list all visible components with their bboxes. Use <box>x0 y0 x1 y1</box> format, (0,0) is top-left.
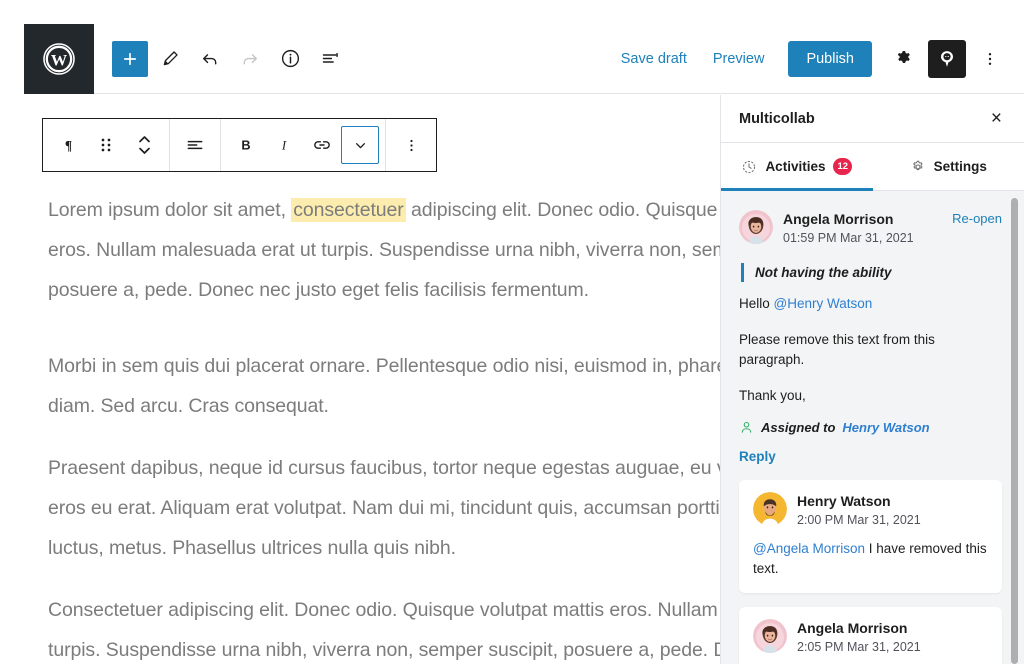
move-up-down-button[interactable] <box>125 119 163 171</box>
reply-button[interactable]: Reply <box>739 449 776 464</box>
paragraph-4[interactable]: Consectetuer adipiscing elit. Donec odio… <box>48 590 720 664</box>
sidebar-title: Multicollab <box>739 110 815 127</box>
svg-text:B: B <box>241 138 250 153</box>
svg-text:W: W <box>51 51 68 70</box>
reply-author-meta: Angela Morrison 2:05 PM Mar 31, 2021 <box>797 619 988 656</box>
person-assign-icon <box>739 420 754 435</box>
comment-timestamp: 01:59 PM Mar 31, 2021 <box>783 231 914 245</box>
tab-activities[interactable]: Activities 12 <box>721 143 873 191</box>
sidebar-header: Multicollab × <box>721 95 1024 143</box>
paragraph-line: diam. Sed arcu. Cras consequat. <box>48 395 329 417</box>
header-right-actions: Save draft Preview Publish <box>611 24 1024 93</box>
three-dots-vertical-icon[interactable] <box>972 41 1008 77</box>
comment-body: Please remove this text from this paragr… <box>739 332 935 367</box>
paragraph-line: Morbi in sem quis dui placerat ornare. P… <box>48 355 720 377</box>
editor-page: W Save draft Preview Publish Lorem ipsum… <box>0 0 1024 664</box>
block-toolbar-group-more <box>386 119 436 171</box>
italic-button[interactable]: I <box>265 119 303 171</box>
block-toolbar: ¶ B I <box>42 118 437 172</box>
edit-tool-button[interactable] <box>152 41 188 77</box>
reply-author-meta: Henry Watson 2:00 PM Mar 31, 2021 <box>797 492 988 529</box>
reply-timestamp: 2:00 PM Mar 31, 2021 <box>797 513 921 527</box>
paragraph-line: eros eu erat. Aliquam erat volutpat. Nam… <box>48 497 720 519</box>
avatar <box>753 492 787 526</box>
comment-author-meta: Angela Morrison 01:59 PM Mar 31, 2021 <box>783 210 942 247</box>
svg-text:¶: ¶ <box>64 137 71 152</box>
comment-author-name: Angela Morrison <box>783 211 894 227</box>
block-type-paragraph-button[interactable]: ¶ <box>49 119 87 171</box>
reply-card: Henry Watson 2:00 PM Mar 31, 2021 @Angel… <box>739 480 1002 593</box>
reply-header: Henry Watson 2:00 PM Mar 31, 2021 <box>753 492 988 529</box>
paragraph-line: luctus, metus. Phasellus ultrices nulla … <box>48 537 456 559</box>
publish-button[interactable]: Publish <box>788 40 872 77</box>
sidebar-tabs: Activities 12 Settings <box>721 143 1024 191</box>
header-left-tools <box>94 24 348 93</box>
greeting-prefix: Hello <box>739 296 774 311</box>
wordpress-logo-icon[interactable]: W <box>24 24 94 94</box>
reply-body: @Angela Morrison I have removed this tex… <box>753 539 988 579</box>
document-content[interactable]: Lorem ipsum dolor sit amet, consectetuer… <box>24 95 720 664</box>
avatar <box>753 619 787 653</box>
avatar <box>739 210 773 244</box>
tab-activities-label: Activities <box>765 159 826 174</box>
link-icon[interactable] <box>303 119 341 171</box>
reply-header: Angela Morrison 2:05 PM Mar 31, 2021 <box>753 619 988 656</box>
activities-badge: 12 <box>833 158 853 175</box>
preview-button[interactable]: Preview <box>703 43 775 75</box>
comment-greeting: Hello @Henry Watson <box>739 294 1002 314</box>
block-toolbar-group-align <box>170 119 221 171</box>
align-left-icon[interactable] <box>176 119 214 171</box>
chevron-down-icon[interactable] <box>341 126 379 164</box>
paragraph-3[interactable]: Praesent dapibus, neque id cursus faucib… <box>48 448 720 568</box>
highlighted-comment-text[interactable]: consectetuer <box>291 198 406 222</box>
comment-header: Angela Morrison 01:59 PM Mar 31, 2021 Re… <box>739 210 1002 247</box>
paragraph-line: Lorem ipsum dolor sit amet, consectetuer… <box>48 190 720 230</box>
paragraph-text: adipiscing elit. Donec odio. Quisque vol… <box>410 199 720 221</box>
header-spacer <box>348 24 611 93</box>
reply-author-name: Angela Morrison <box>797 620 908 636</box>
redo-button[interactable] <box>232 41 268 77</box>
editor-header-bar: W Save draft Preview Publish <box>24 24 1024 94</box>
reply-card: Angela Morrison 2:05 PM Mar 31, 2021 Mar… <box>739 607 1002 664</box>
paragraph-line: eros. Nullam malesuada erat ut turpis. S… <box>48 239 720 261</box>
paragraph-line: Praesent dapibus, neque id cursus faucib… <box>48 457 720 479</box>
multicollab-sidebar: Multicollab × Activities 12 Settings Ang… <box>720 95 1024 664</box>
block-options-button[interactable] <box>392 119 430 171</box>
activities-list: Angela Morrison 01:59 PM Mar 31, 2021 Re… <box>721 192 1024 664</box>
svg-text:I: I <box>281 139 287 153</box>
gear-icon[interactable] <box>886 41 922 77</box>
undo-button[interactable] <box>192 41 228 77</box>
add-block-button[interactable] <box>112 40 148 77</box>
reopen-button[interactable]: Re-open <box>952 211 1002 226</box>
assigned-label: Assigned to <box>761 420 836 435</box>
list-view-button[interactable] <box>312 41 348 77</box>
paragraph-text: Lorem ipsum dolor sit amet, <box>48 199 292 221</box>
details-button[interactable] <box>272 41 308 77</box>
mention-henry-watson[interactable]: @Henry Watson <box>774 296 873 311</box>
comment-pin-icon[interactable] <box>928 39 966 78</box>
block-toolbar-group-format: B I <box>221 119 386 171</box>
drag-handle-button[interactable] <box>87 119 125 171</box>
paragraph-line: Consectetuer adipiscing elit. Donec odio… <box>48 599 720 621</box>
paragraph-1[interactable]: Lorem ipsum dolor sit amet, consectetuer… <box>48 190 720 310</box>
mention-angela-morrison[interactable]: @Angela Morrison <box>753 541 865 556</box>
tab-settings[interactable]: Settings <box>873 143 1024 190</box>
history-clock-icon <box>741 159 757 175</box>
reply-timestamp: 2:05 PM Mar 31, 2021 <box>797 640 921 654</box>
bold-button[interactable]: B <box>227 119 265 171</box>
paragraph-line: turpis. Suspendisse urna nibh, viverra n… <box>48 639 720 661</box>
save-draft-button[interactable]: Save draft <box>611 43 697 75</box>
assigned-user[interactable]: Henry Watson <box>842 420 929 435</box>
tab-settings-label: Settings <box>933 159 987 174</box>
gear-icon <box>910 159 926 175</box>
reply-author-name: Henry Watson <box>797 493 891 509</box>
comment-thread: Angela Morrison 01:59 PM Mar 31, 2021 Re… <box>739 210 1002 466</box>
assigned-row: Assigned to Henry Watson <box>739 420 1002 435</box>
paragraph-line: posuere a, pede. Donec nec justo eget fe… <box>48 279 589 301</box>
comment-closing: Thank you, <box>739 388 806 403</box>
close-icon[interactable]: × <box>987 105 1006 132</box>
comment-quoted-text: Not having the ability <box>741 263 1002 282</box>
block-toolbar-group-block: ¶ <box>43 119 170 171</box>
paragraph-2[interactable]: Morbi in sem quis dui placerat ornare. P… <box>48 346 720 426</box>
